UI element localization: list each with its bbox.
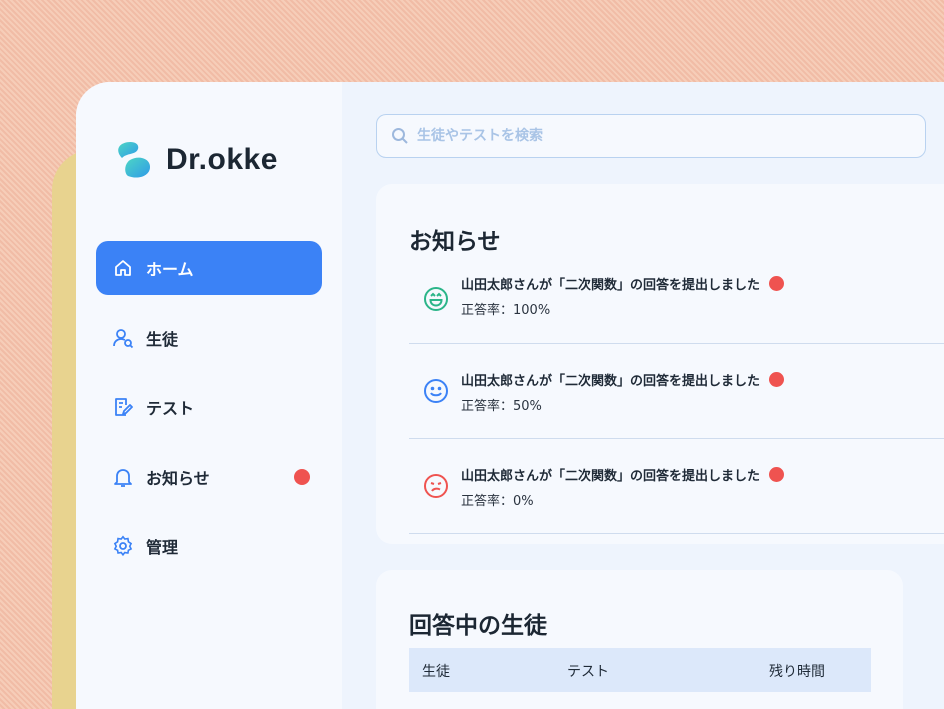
column-header-remaining-time[interactable]: 残り時間 <box>769 661 825 681</box>
notice-item[interactable]: 山田太郎さんが「二次関数」の回答を提出しました 正答率：0% <box>409 439 944 534</box>
sidebar-item-label: 生徒 <box>146 330 179 349</box>
notification-badge <box>294 469 310 485</box>
column-header-student[interactable]: 生徒 <box>422 661 450 681</box>
notice-score: 正答率：100% <box>461 303 551 318</box>
sidebar-item-label: 管理 <box>146 538 179 557</box>
notice-message: 山田太郎さんが「二次関数」の回答を提出しました <box>461 465 785 484</box>
student-icon <box>112 327 134 349</box>
app-window: Dr.okke ホーム 生徒 テスト お知らせ 管理 生徒やテストを検索 お知ら… <box>76 82 944 709</box>
sidebar-item-label: テスト <box>146 399 195 418</box>
table-header: 生徒 テスト 残り時間 <box>409 648 871 692</box>
bell-icon <box>112 466 134 488</box>
notice-message: 山田太郎さんが「二次関数」の回答を提出しました <box>461 370 785 389</box>
laughing-face-icon <box>424 287 448 311</box>
notice-message: 山田太郎さんが「二次関数」の回答を提出しました <box>461 274 785 293</box>
notice-score: 正答率：0% <box>461 494 534 509</box>
sidebar-item-students[interactable]: 生徒 <box>96 311 322 365</box>
answering-students-card: 回答中の生徒 生徒 テスト 残り時間 <box>376 570 903 709</box>
logo-mark-icon <box>118 141 150 178</box>
sidebar-item-admin[interactable]: 管理 <box>96 519 322 573</box>
sidebar-item-label: お知らせ <box>146 469 210 488</box>
unread-dot <box>769 276 785 291</box>
sidebar-item-home[interactable]: ホーム <box>96 241 322 295</box>
answering-title: 回答中の生徒 <box>409 613 547 639</box>
smiling-face-icon <box>424 379 448 403</box>
notice-score: 正答率：50% <box>461 399 542 414</box>
column-header-test[interactable]: テスト <box>567 661 609 681</box>
unread-dot <box>769 372 785 387</box>
notice-item[interactable]: 山田太郎さんが「二次関数」の回答を提出しました 正答率：100% <box>409 264 944 344</box>
logo[interactable]: Dr.okke <box>116 140 278 180</box>
notices-title: お知らせ <box>409 229 501 255</box>
sad-face-icon <box>424 474 448 498</box>
search-icon <box>392 128 408 144</box>
brand-name: Dr.okke <box>166 143 278 176</box>
sidebar-item-label: ホーム <box>146 260 194 279</box>
sidebar: Dr.okke ホーム 生徒 テスト お知らせ 管理 <box>76 82 342 709</box>
gear-icon <box>112 535 134 557</box>
sidebar-item-notices[interactable]: お知らせ <box>96 450 322 504</box>
search-bar[interactable] <box>376 114 926 158</box>
notices-card: お知らせ 山田太郎さんが「二次関数」の回答を提出しました 正答率：100% 山田… <box>376 184 944 544</box>
search-input[interactable] <box>415 127 899 145</box>
home-icon <box>112 257 134 279</box>
unread-dot <box>769 467 785 482</box>
notice-item[interactable]: 山田太郎さんが「二次関数」の回答を提出しました 正答率：50% <box>409 344 944 439</box>
test-icon <box>112 396 134 418</box>
sidebar-item-test[interactable]: テスト <box>96 380 322 434</box>
